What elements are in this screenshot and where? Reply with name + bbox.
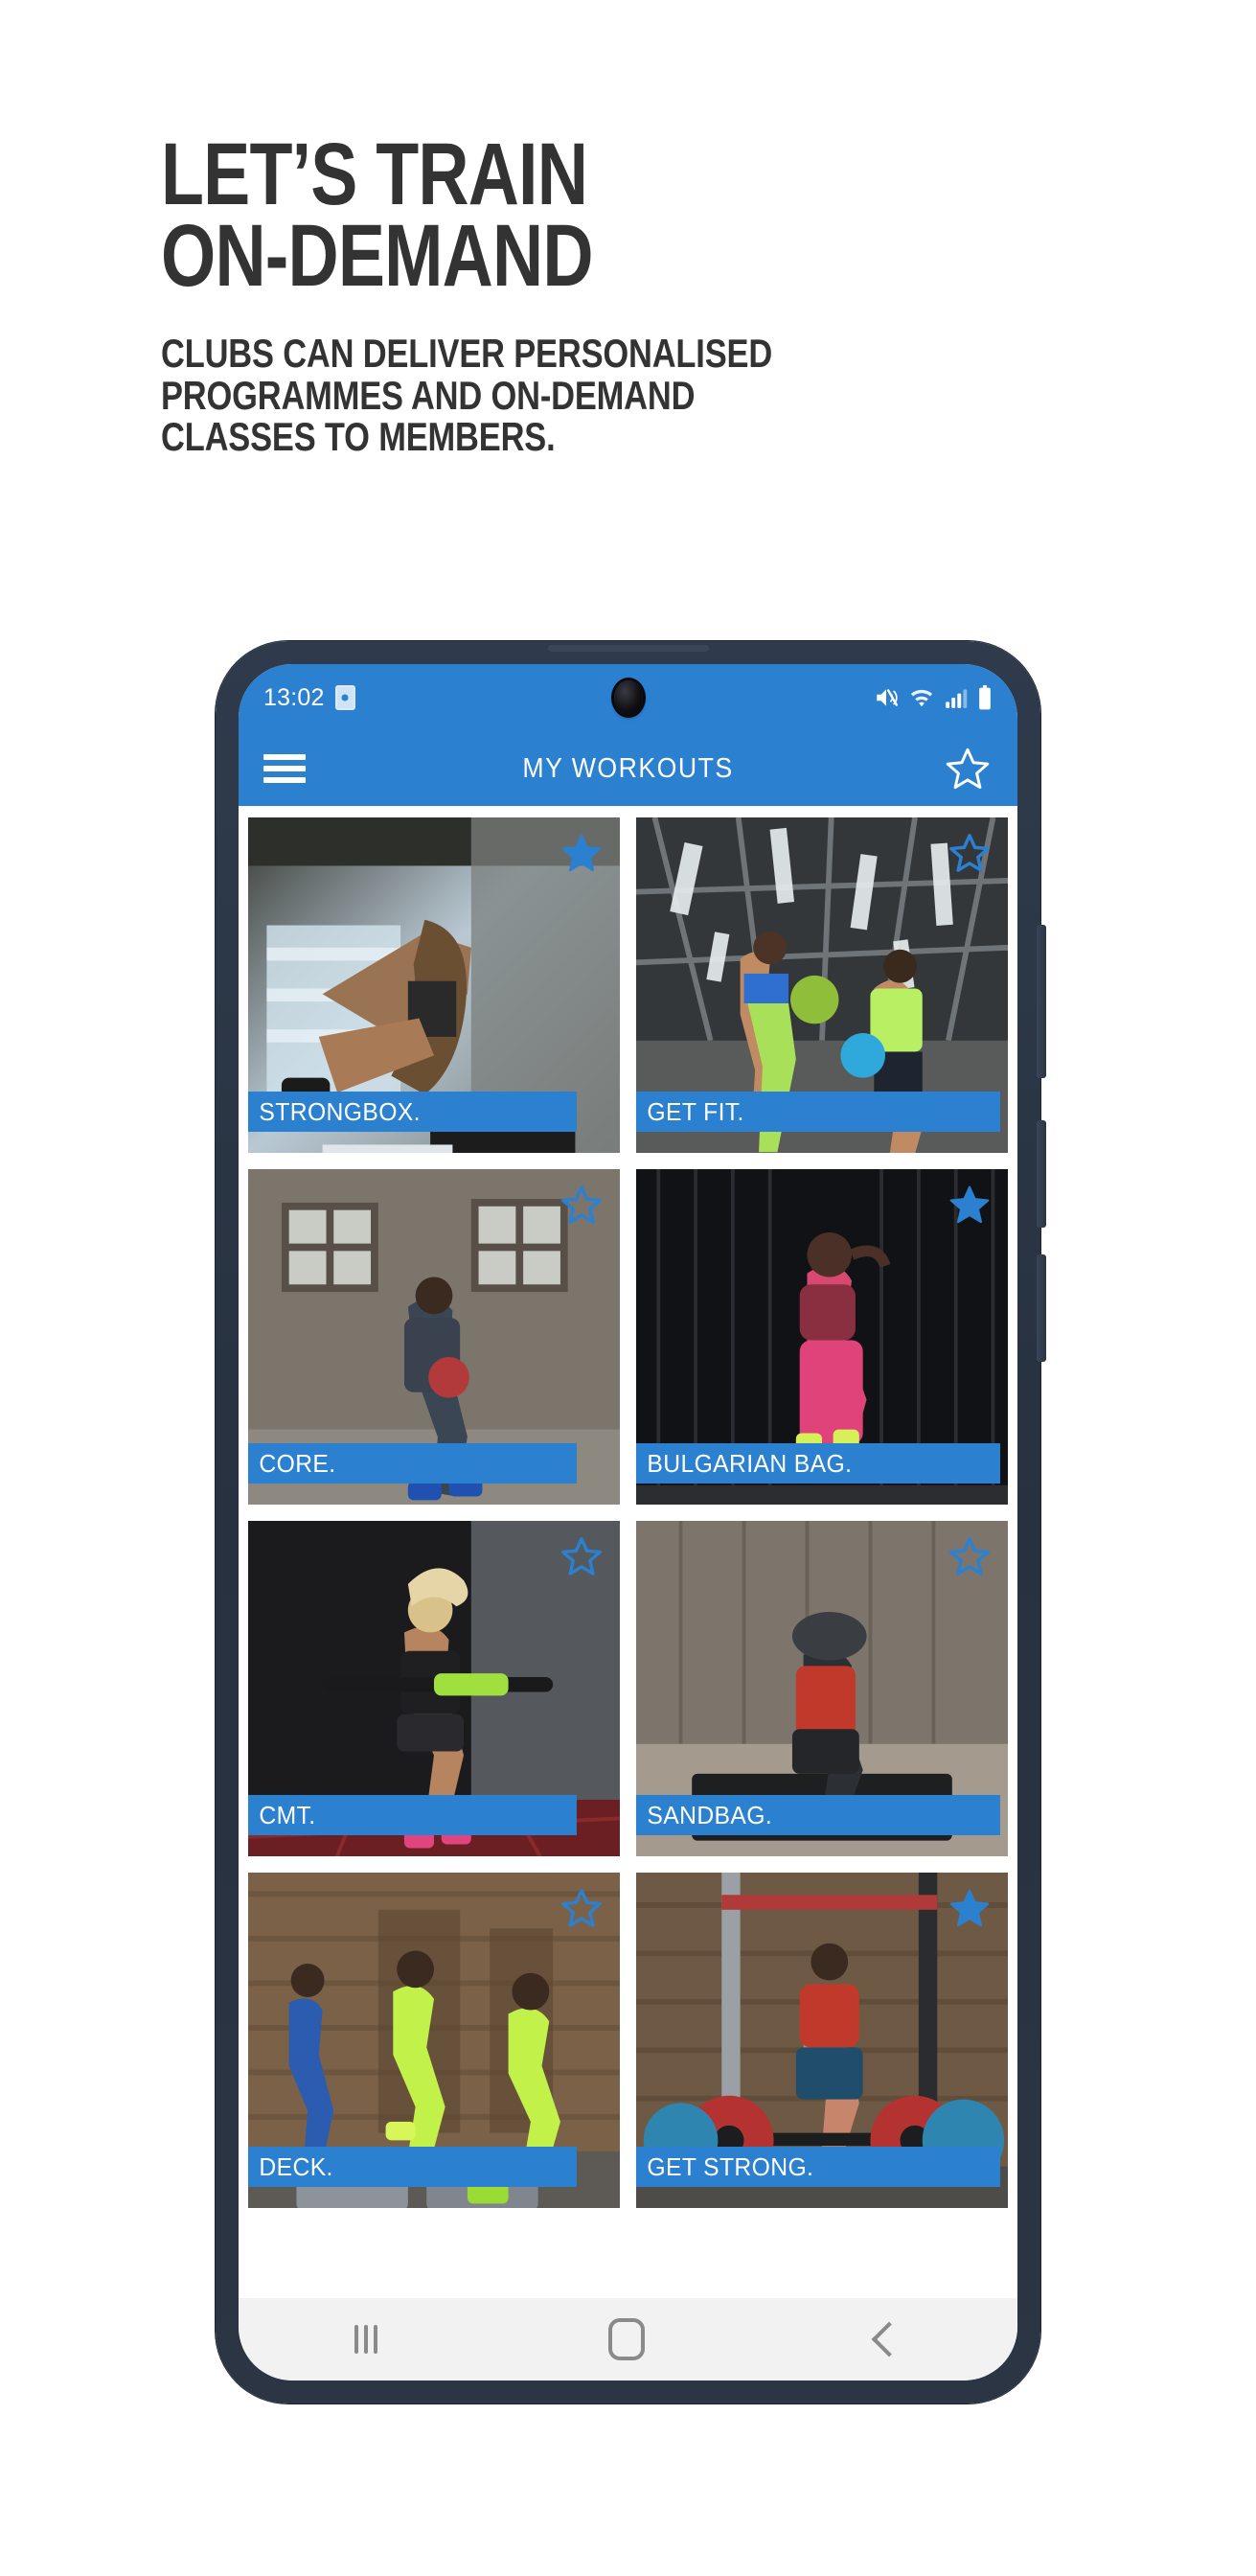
page-title: LET’S TRAIN ON-DEMAND (161, 126, 594, 305)
workout-list[interactable]: STRONGBOX. GET FIT. CORE. BULGARIAN BAG.… (239, 806, 1017, 2298)
wifi-icon (910, 689, 933, 707)
alarm-icon (334, 685, 355, 710)
app-bar: MY WORKOUTS (239, 731, 1017, 806)
workout-card[interactable]: GET STRONG. (636, 1873, 1008, 2208)
phone-volume-down-button[interactable] (1037, 1254, 1046, 1362)
workout-card[interactable]: GET FIT. (636, 817, 1008, 1153)
phone-mockup: 13:02 MY WORKOUTS STRONGBOX. GET FIT. CO… (216, 641, 1046, 2404)
back-icon[interactable] (871, 2321, 907, 2358)
app-bar-title: MY WORKOUTS (522, 752, 734, 784)
workout-card[interactable]: CORE. (248, 1169, 620, 1505)
workout-card[interactable]: CMT. (248, 1521, 620, 1856)
volume-mute-icon (877, 689, 899, 706)
workout-card[interactable]: STRONGBOX. (248, 817, 620, 1153)
workout-title: CORE. (248, 1443, 578, 1484)
battery-full-icon (979, 685, 991, 710)
star-filled-icon[interactable] (947, 1183, 993, 1227)
hamburger-menu-icon[interactable] (263, 754, 306, 783)
workout-title: SANDBAG. (636, 1795, 1000, 1835)
workout-title: STRONGBOX. (248, 1092, 578, 1132)
page-subtitle: CLUBS CAN DELIVER PERSONALISED PROGRAMME… (161, 331, 773, 459)
star-outline-icon[interactable] (559, 1534, 605, 1578)
workout-title: GET FIT. (636, 1092, 1000, 1132)
workout-title: GET STRONG. (636, 2147, 1000, 2187)
star-filled-icon[interactable] (559, 831, 605, 875)
star-outline-icon[interactable] (559, 1886, 605, 1930)
star-outline-icon[interactable] (947, 831, 993, 875)
front-camera-punch-hole (613, 680, 643, 715)
phone-volume-up-button[interactable] (1037, 1120, 1046, 1228)
workout-title: BULGARIAN BAG. (636, 1443, 1000, 1484)
recents-icon[interactable] (354, 2325, 377, 2354)
star-filled-icon[interactable] (947, 1886, 993, 1930)
earpiece-speaker (547, 645, 709, 652)
workout-title: CMT. (248, 1795, 578, 1835)
status-bar-right (873, 685, 993, 710)
promo-block: LET’S TRAIN ON-DEMAND CLUBS CAN DELIVER … (161, 126, 1119, 459)
android-nav-bar (239, 2298, 1017, 2380)
status-clock: 13:02 (263, 683, 325, 711)
star-outline-icon[interactable] (559, 1183, 605, 1227)
home-icon[interactable] (608, 2318, 646, 2360)
workout-title: DECK. (248, 2147, 578, 2187)
workout-card[interactable]: SANDBAG. (636, 1521, 1008, 1856)
workout-grid: STRONGBOX. GET FIT. CORE. BULGARIAN BAG.… (248, 817, 1008, 2208)
workout-card[interactable]: BULGARIAN BAG. (636, 1169, 1008, 1505)
status-bar: 13:02 (239, 664, 1017, 731)
cellular-signal-icon (946, 689, 968, 708)
phone-power-button[interactable] (1037, 925, 1046, 1078)
star-outline-icon[interactable] (947, 1534, 993, 1578)
favourite-star-icon[interactable] (943, 745, 993, 793)
workout-card[interactable]: DECK. (248, 1873, 620, 2208)
status-bar-left: 13:02 (263, 684, 355, 712)
phone-screen: 13:02 MY WORKOUTS STRONGBOX. GET FIT. CO… (239, 664, 1017, 2380)
